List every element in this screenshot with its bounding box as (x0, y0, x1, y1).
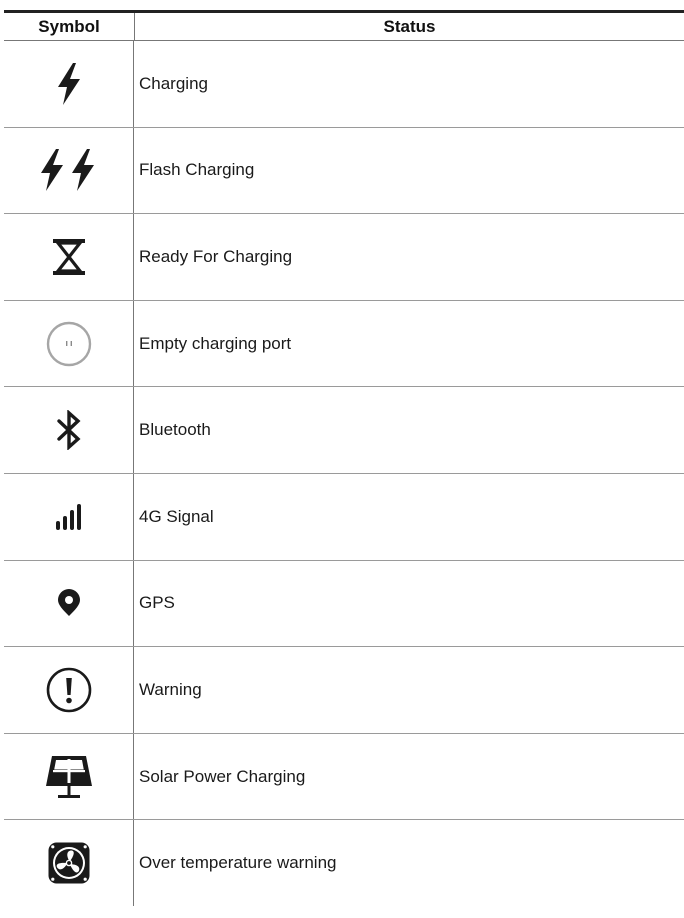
table-row: Over temperature warning (4, 820, 684, 907)
lightning-bolt-icon (4, 41, 134, 127)
status-label: Over temperature warning (139, 853, 337, 873)
table-row: GPS (4, 560, 684, 648)
status-label: GPS (139, 593, 175, 613)
hourglass-icon (4, 214, 134, 300)
table-header: Symbol Status (4, 13, 684, 41)
fan-icon (4, 820, 134, 907)
status-symbol-table: Symbol Status Charging Flash Charging Re… (4, 10, 684, 907)
status-label: 4G Signal (139, 506, 214, 526)
status-label: Flash Charging (139, 160, 255, 180)
double-lightning-bolt-icon (4, 127, 134, 214)
table-row: Charging (4, 41, 684, 128)
empty-port-icon (4, 300, 134, 387)
location-pin-icon (4, 560, 134, 647)
table-row: Empty charging port (4, 300, 684, 388)
status-label: Ready For Charging (139, 246, 293, 266)
signal-bars-icon (4, 473, 134, 560)
table-row: Ready For Charging (4, 214, 684, 301)
header-status: Status (383, 17, 436, 36)
status-label: Empty charging port (139, 333, 292, 353)
table-row: 4G Signal (4, 473, 684, 561)
table-row: Flash Charging (4, 127, 684, 215)
bluetooth-icon (4, 387, 134, 473)
solar-panel-icon (4, 733, 134, 820)
status-label: Charging (139, 73, 208, 93)
status-label: Warning (139, 679, 202, 699)
status-label: Solar Power Charging (139, 766, 306, 786)
table-row: Solar Power Charging (4, 733, 684, 821)
status-label: Bluetooth (139, 420, 211, 440)
table-row: Bluetooth (4, 387, 684, 474)
warning-icon (4, 647, 134, 733)
table-row: Warning (4, 647, 684, 734)
header-symbol: Symbol (4, 13, 135, 40)
